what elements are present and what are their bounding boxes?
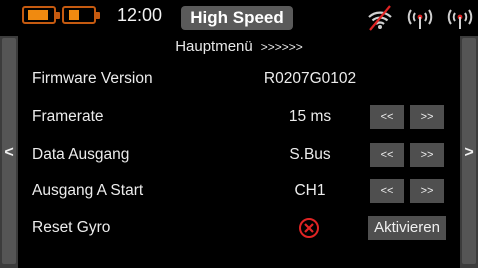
- clock-time: 12:00: [117, 5, 163, 25]
- setting-row-output-start: Ausgang A Start CH1 << >>: [18, 179, 460, 205]
- setting-value: CH1: [294, 182, 326, 199]
- setting-row-reset-gyro: Reset Gyro Aktivieren: [18, 216, 460, 242]
- setting-label: Framerate: [32, 108, 104, 125]
- setting-value: S.Bus: [289, 146, 331, 163]
- setting-row-data-output: Data Ausgang S.Bus << >>: [18, 143, 460, 169]
- menu-title-text: Hauptmenü: [175, 38, 253, 55]
- main-menu: Hauptmenü >>>>>> Firmware Version R0207G0…: [18, 36, 460, 268]
- error-x-icon: [299, 218, 319, 238]
- menu-title: Hauptmenü >>>>>>: [18, 38, 460, 55]
- wifi-icon: [368, 5, 392, 31]
- antenna-icon: [407, 9, 433, 29]
- decrease-button[interactable]: <<: [370, 105, 404, 129]
- setting-label: Ausgang A Start: [32, 182, 144, 199]
- increase-button[interactable]: >>: [410, 143, 444, 167]
- increase-button[interactable]: >>: [410, 105, 444, 129]
- decrease-button[interactable]: <<: [370, 179, 404, 203]
- setting-label: Reset Gyro: [32, 219, 111, 236]
- increase-button[interactable]: >>: [410, 179, 444, 203]
- setting-label: Firmware Version: [32, 70, 153, 87]
- setting-label: Data Ausgang: [32, 146, 130, 163]
- chevron-right-icon: >: [464, 144, 474, 161]
- status-bar: 12:00 High Speed: [0, 0, 478, 36]
- antenna-icon: [447, 9, 473, 29]
- battery-icon: [22, 6, 60, 24]
- setting-row-framerate: Framerate 15 ms << >>: [18, 105, 460, 131]
- menu-chevrons: >>>>>>: [260, 40, 303, 54]
- setting-row-firmware: Firmware Version R0207G0102: [18, 67, 460, 93]
- setting-value: 15 ms: [288, 108, 332, 125]
- activate-button[interactable]: Aktivieren: [368, 216, 446, 240]
- chevron-left-icon: <: [4, 144, 14, 161]
- decrease-button[interactable]: <<: [370, 143, 404, 167]
- setting-value: R0207G0102: [263, 70, 357, 87]
- next-page-button[interactable]: >: [460, 36, 478, 268]
- previous-page-button[interactable]: <: [0, 36, 18, 268]
- battery-icon: [62, 6, 100, 24]
- mode-badge[interactable]: High Speed: [181, 6, 293, 30]
